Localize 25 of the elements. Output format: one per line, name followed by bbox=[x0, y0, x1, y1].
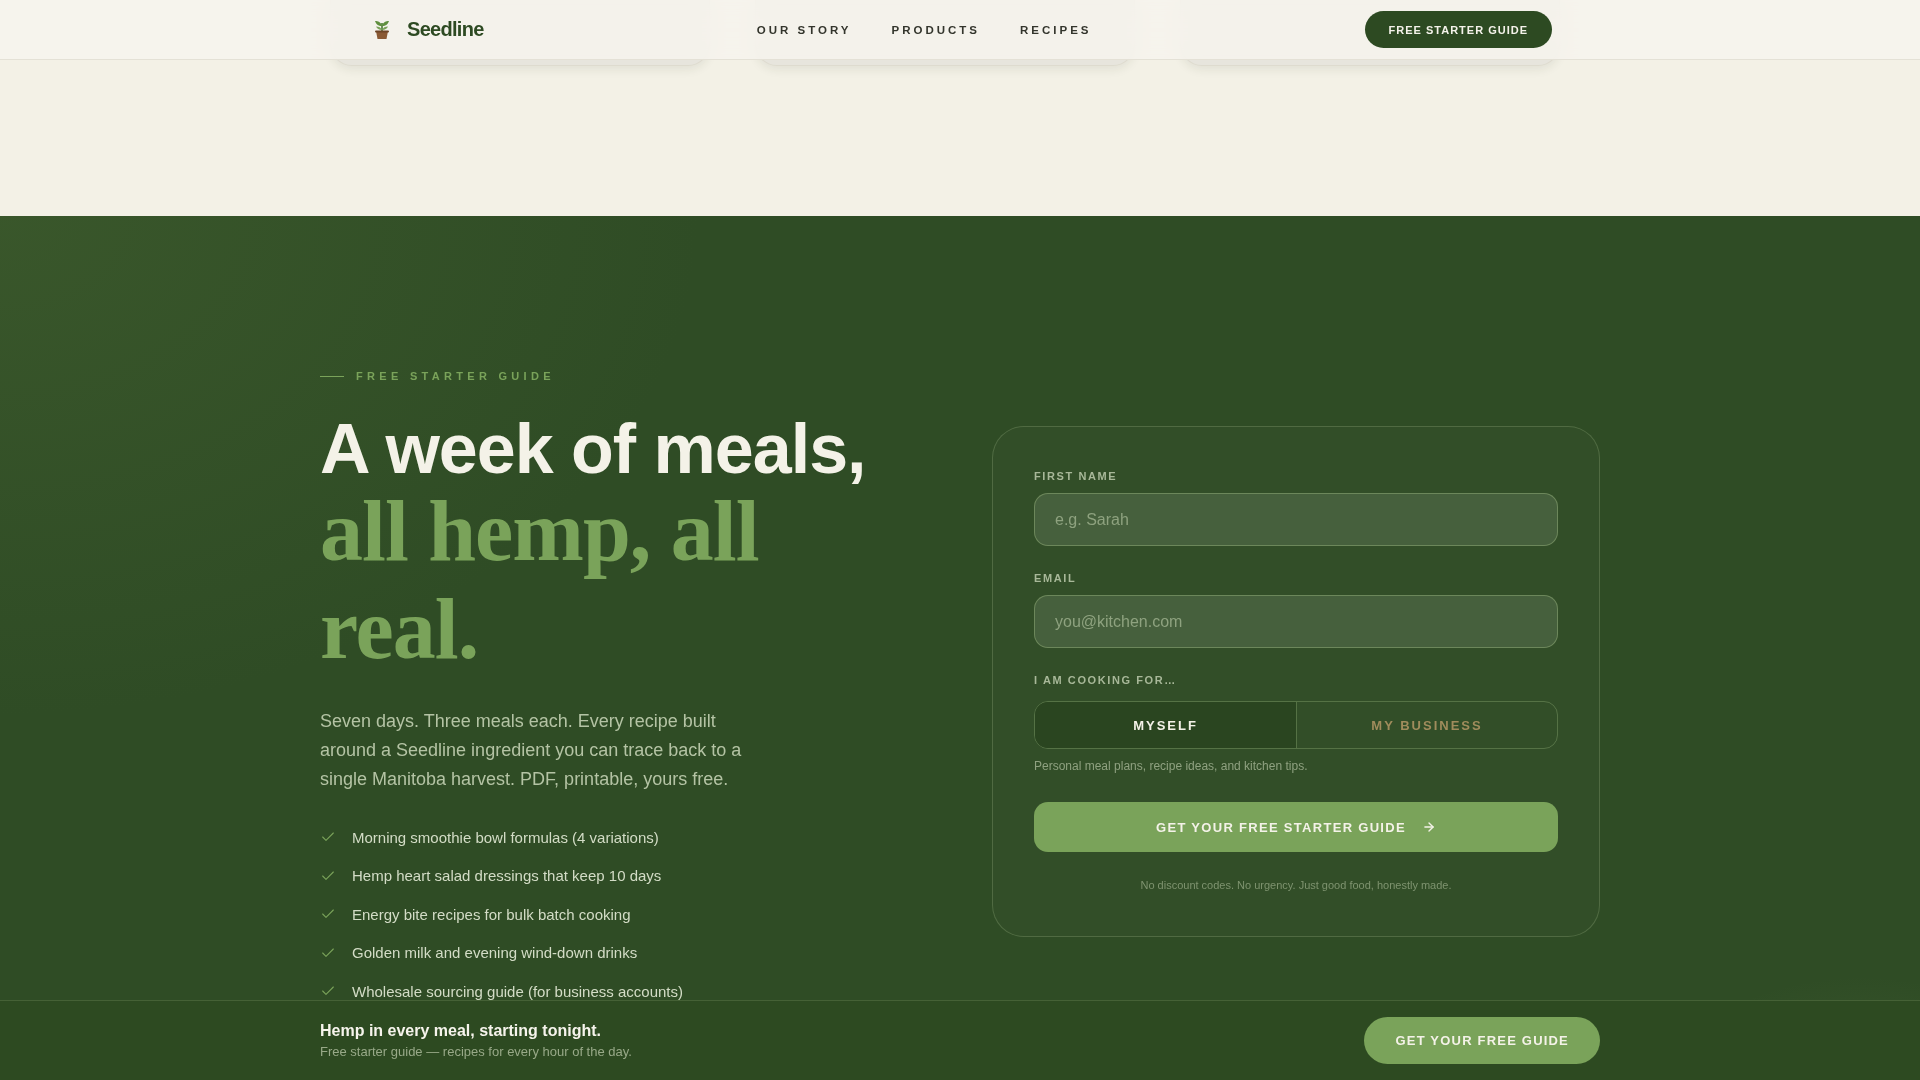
field-label: EMAIL bbox=[1034, 571, 1078, 585]
brand-logo[interactable]: Seedline bbox=[373, 18, 484, 41]
intro-text: Seven days. Three meals each. Every recipe built around a Seedline ingredient you can trace back to a single Manitoba harvest. PDF, printable, yours free. bbox=[320, 710, 743, 791]
benefit-text: Energy bite recipes for bulk batch cooking bbox=[352, 905, 631, 923]
headline: A week of meals, bbox=[320, 416, 867, 482]
benefit-text: Hemp heart salad dressings that keep 10 days bbox=[352, 867, 662, 884]
starter-guide-button[interactable]: FREE STARTER GUIDE bbox=[1364, 11, 1552, 48]
benefit-text: Golden milk and evening wind-down drinks bbox=[352, 944, 638, 961]
bar-subtitle: Free starter guide — recipes for every hour of the day. bbox=[320, 1044, 632, 1059]
eyebrow-text: FREE STARTER GUIDE bbox=[356, 369, 555, 384]
sprout-icon bbox=[373, 19, 391, 40]
brand-name: Seedline bbox=[407, 18, 484, 41]
nav-link[interactable]: PRODUCTS bbox=[891, 23, 980, 36]
note-text: No discount codes. No urgency. Just good food, honestly made. bbox=[1139, 878, 1453, 892]
benefit-text: Wholesale sourcing guide (for business accounts) bbox=[352, 982, 683, 1000]
hint-text: Personal meal plans, recipe ideas, and kitchen tips. bbox=[1034, 759, 1309, 774]
nav-link[interactable]: OUR STORY bbox=[756, 23, 852, 36]
benefit-text: Morning smoothie bowl formulas (4 variations) bbox=[352, 828, 659, 846]
bar-title: Hemp in every meal, starting tonight. bbox=[320, 1022, 602, 1040]
audience-option[interactable]: MYSELF bbox=[1035, 702, 1296, 748]
nav-link[interactable]: RECIPES bbox=[1020, 23, 1092, 36]
field-label: FIRST NAME bbox=[1034, 469, 1119, 483]
arrow-right-icon bbox=[1421, 820, 1436, 834]
field-label: I AM COOKING FOR… bbox=[1034, 673, 1178, 687]
headline-accent: all hemp, all real. bbox=[320, 483, 759, 678]
